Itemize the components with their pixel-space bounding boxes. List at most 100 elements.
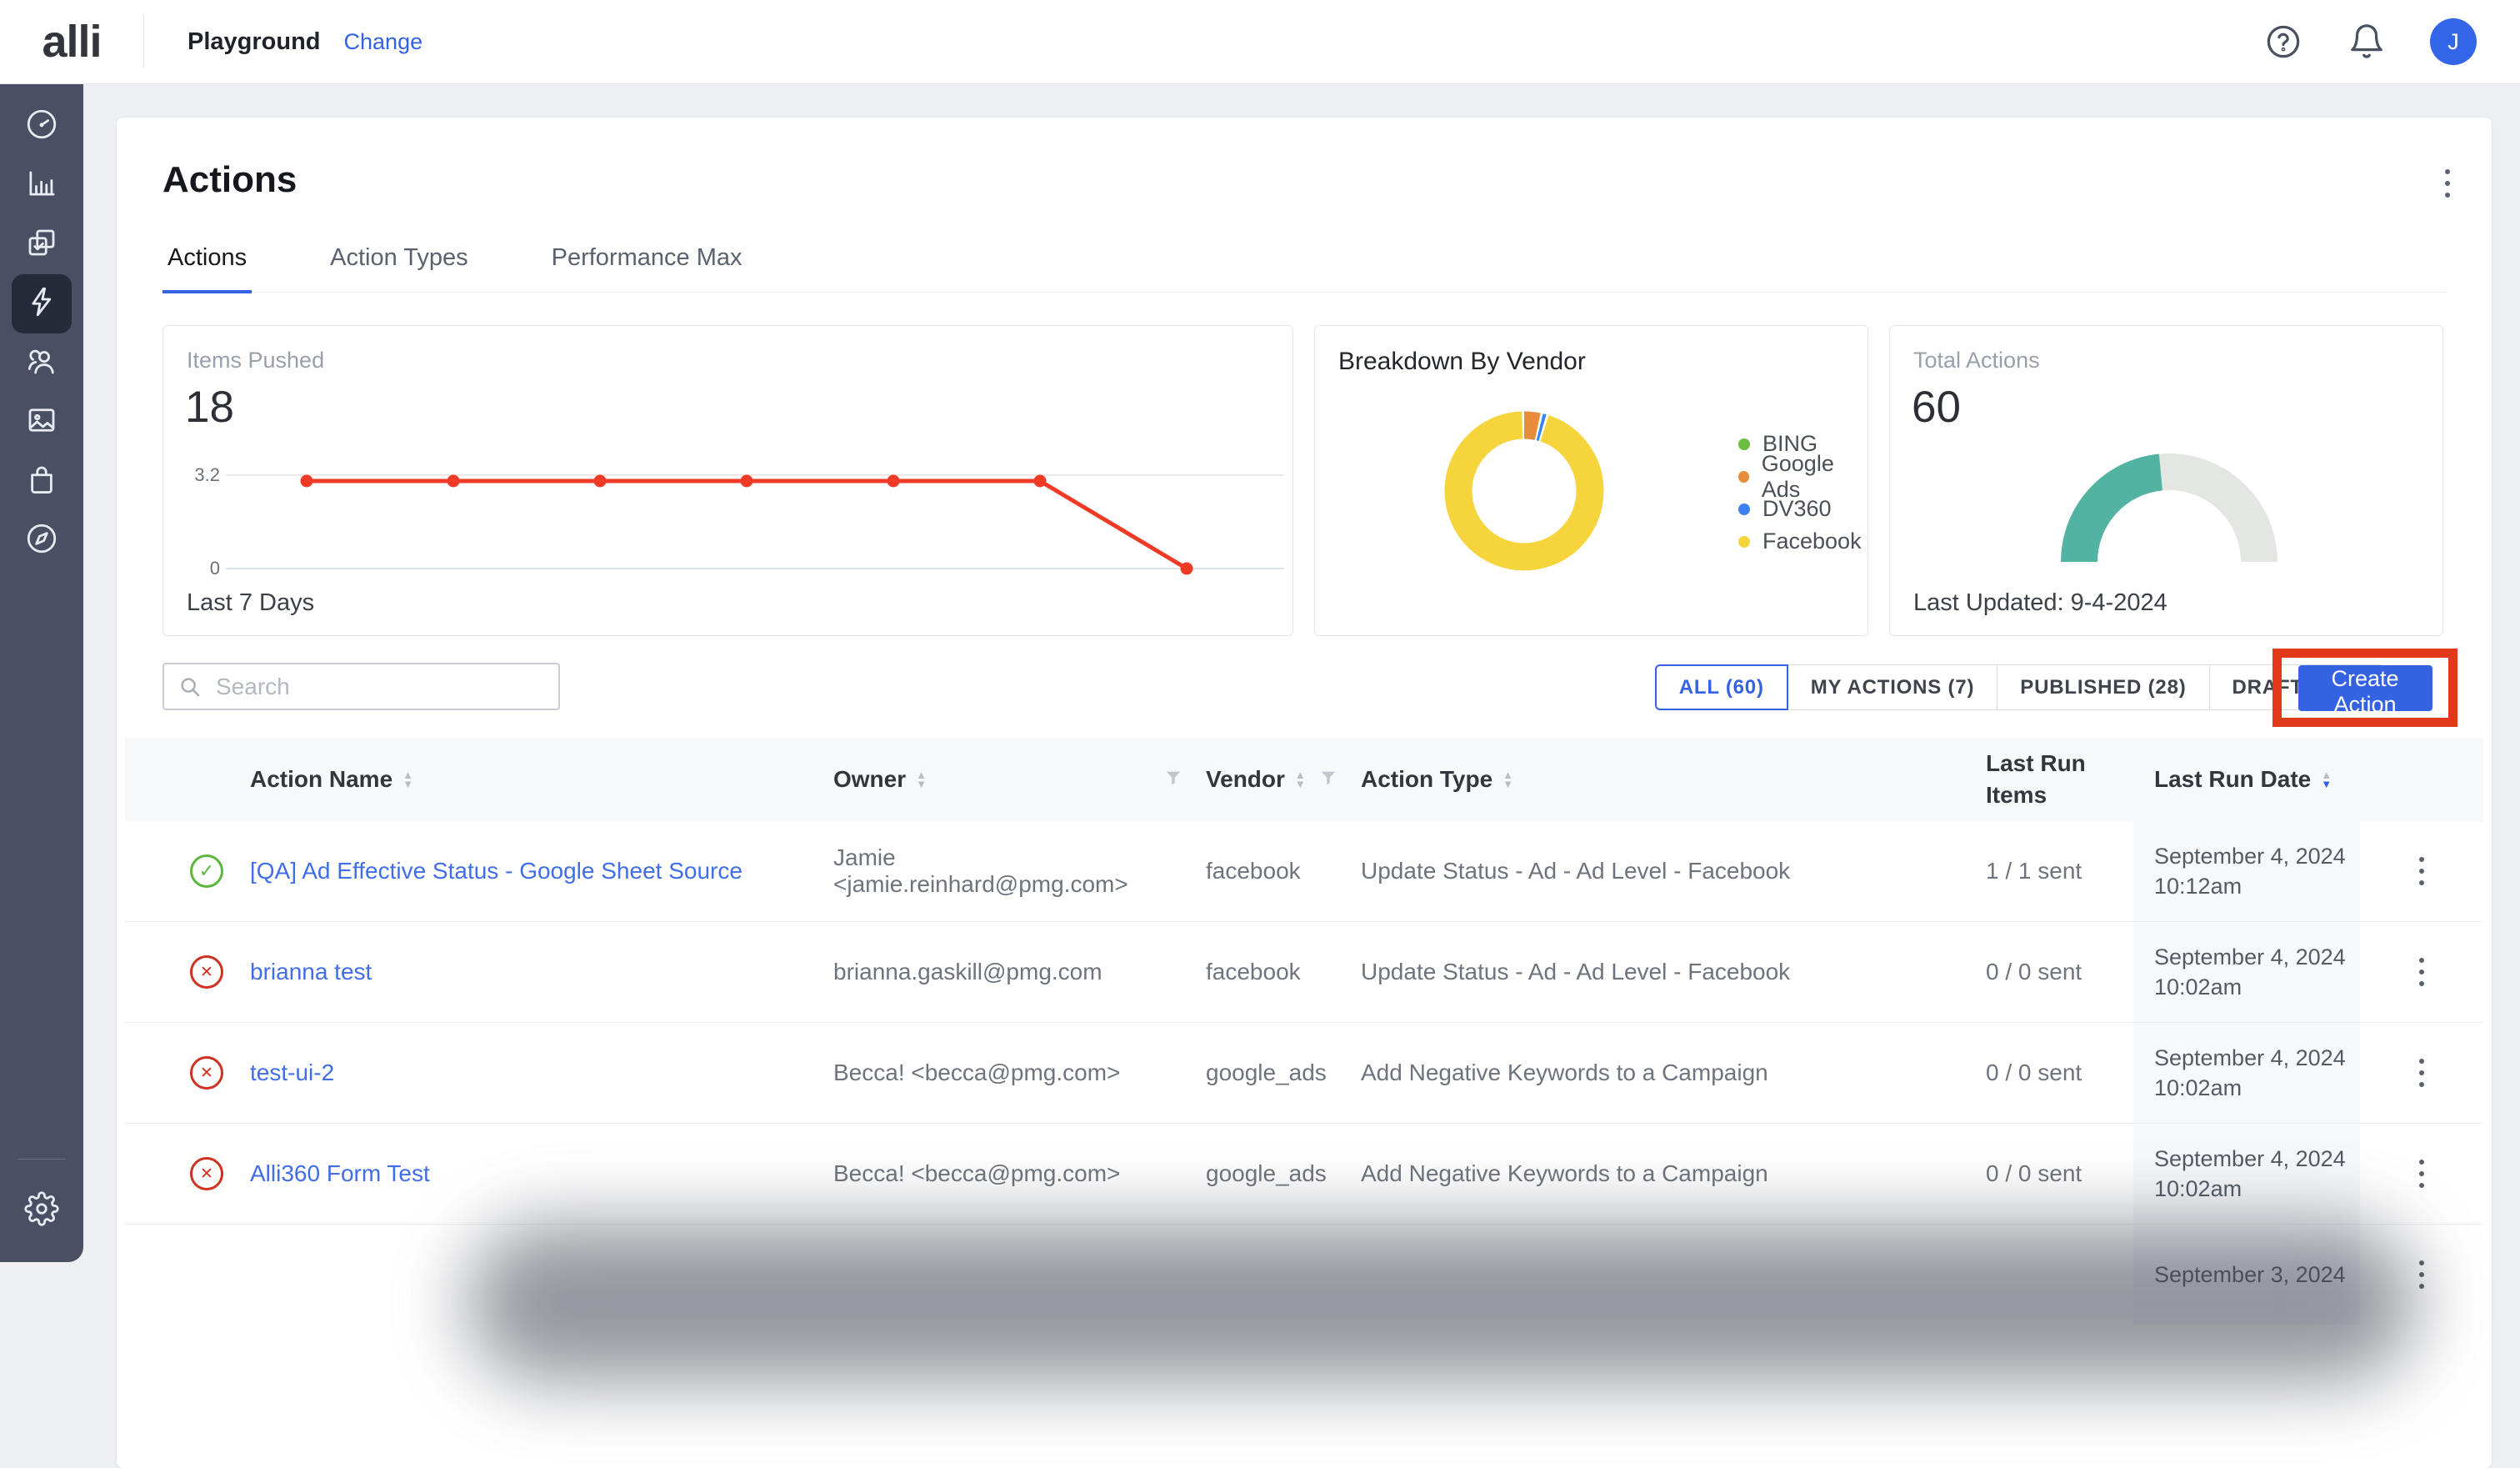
annotation-highlight: Create Action [2272,649,2458,727]
sidebar-item-analytics[interactable] [12,156,72,215]
action-type-cell: Update Status - Ad - Ad Level - Facebook [1361,959,1986,985]
row-menu-kebab-icon[interactable] [2414,852,2429,890]
items-pushed-value: 18 [185,382,1292,433]
table-row: ✓ [QA] Ad Effective Status - Google Shee… [125,821,2483,921]
column-header-action-name[interactable]: Action Name ▲▼ [250,766,833,793]
sidebar-item-explore[interactable] [12,511,72,570]
status-icon: ✕ [190,1157,223,1190]
filter-funnel-icon[interactable] [1319,766,1338,793]
table-row: ✕ test-ui-2 Becca! <becca@pmg.com> googl… [125,1022,2483,1123]
row-menu-kebab-icon[interactable] [2414,1255,2429,1294]
total-actions-card: Total Actions 60 Last Updated: 9-4-2024 [1889,325,2443,636]
tab-performance-max[interactable]: Performance Max [547,244,748,292]
help-icon[interactable] [2263,22,2303,62]
search-box [162,663,560,710]
search-icon [178,674,202,699]
search-input[interactable] [214,673,558,701]
tab-bar: Actions Action Types Performance Max [162,244,2446,293]
tab-actions[interactable]: Actions [162,244,252,292]
sort-icon[interactable]: ▲▼ [916,770,927,789]
legend-label: DV360 [1762,496,1832,522]
column-header-last-run-items[interactable]: Last Run Items [1986,748,2133,811]
sidebar-divider [18,1159,66,1160]
sidebar-item-actions[interactable] [12,274,72,333]
row-menu-kebab-icon[interactable] [2414,953,2429,991]
last-run-items-cell: 0 / 0 sent [1986,1060,2133,1086]
actions-bolt-icon [24,284,59,323]
vendor-breakdown-card: Breakdown By Vendor BINGGoogle AdsDV360F… [1314,325,1868,636]
column-header-last-run-date[interactable]: Last Run Date ▲▼ [2133,766,2360,793]
last-run-date-cell: September 4, 202410:02am [2133,1023,2360,1123]
legend-item: Google Ads [1738,460,1868,493]
column-header-owner[interactable]: Owner ▲▼ [833,766,1206,793]
change-workspace-link[interactable]: Change [344,29,423,55]
items-pushed-card: Items Pushed 18 3.20 Last 7 Days [162,325,1293,636]
action-type-cell: Update Status - Ad - Ad Level - Facebook [1361,858,1986,884]
page-title: Actions [162,159,297,201]
actions-panel: Actions Actions Action Types Performance… [117,118,2492,1468]
sort-icon[interactable]: ▲▼ [2321,770,2332,789]
sort-icon[interactable]: ▲▼ [1295,770,1306,789]
sidebar-item-media[interactable] [12,393,72,452]
last-run-date-cell: September 4, 202410:02am [2133,1124,2360,1224]
last-run-date-cell: September 4, 202410:02am [2133,922,2360,1022]
action-name-link[interactable]: brianna test [250,959,372,985]
sidebar-item-settings[interactable] [12,1181,72,1240]
sort-icon[interactable]: ▲▼ [1502,770,1513,789]
sidebar-item-dashboard[interactable] [12,97,72,156]
filter-funnel-icon[interactable] [1164,766,1182,793]
tasks-clipboard-icon [24,225,59,264]
notifications-bell-icon[interactable] [2347,22,2387,62]
sidebar-item-shopping[interactable] [12,452,72,511]
action-name-link[interactable]: Alli360 Form Test [250,1160,430,1186]
media-image-icon [24,403,59,442]
row-menu-kebab-icon[interactable] [2414,1054,2429,1092]
svg-text:3.2: 3.2 [194,464,220,485]
owner-cell: Becca! <becca@pmg.com> [833,1060,1206,1086]
vendor-legend: BINGGoogle AdsDV360Facebook [1738,428,1868,558]
last-run-items-cell: 0 / 0 sent [1986,959,2133,985]
total-actions-footer: Last Updated: 9-4-2024 [1913,589,2168,617]
topbar-divider [143,15,144,68]
table-row: September 3, 2024 [125,1224,2483,1325]
table-row: ✕ brianna test brianna.gaskill@pmg.com f… [125,921,2483,1022]
svg-text:0: 0 [210,558,220,579]
legend-item: DV360 [1738,493,1868,525]
workspace-name: Playground [188,28,321,56]
filter-chip[interactable]: MY ACTIONS (7) [1788,664,1998,710]
legend-dot-icon [1738,536,1750,548]
action-name-link[interactable]: [QA] Ad Effective Status - Google Sheet … [250,858,742,884]
total-actions-value: 60 [1912,382,2442,433]
vendor-cell: google_ads [1206,1060,1361,1086]
column-header-action-type[interactable]: Action Type ▲▼ [1361,766,1986,793]
sidebar-item-audiences[interactable] [12,333,72,393]
items-pushed-line-chart: 3.20 [180,455,1288,601]
filter-chip[interactable]: ALL (60) [1655,664,1788,710]
row-menu-kebab-icon[interactable] [2414,1155,2429,1193]
owner-cell: brianna.gaskill@pmg.com [833,959,1206,985]
legend-dot-icon [1738,504,1750,515]
tab-action-types[interactable]: Action Types [325,244,473,292]
vendor-breakdown-title: Breakdown By Vendor [1338,348,1868,376]
column-header-vendor[interactable]: Vendor ▲▼ [1206,766,1361,793]
analytics-bar-chart-icon [24,166,59,205]
sidebar-nav [0,83,83,1262]
user-avatar[interactable]: J [2430,18,2477,65]
last-run-date-cell: September 3, 2024 [2133,1225,2360,1325]
alli-logo[interactable]: alli [0,16,143,68]
vendor-cell: facebook [1206,858,1361,884]
legend-item: Facebook [1738,525,1868,558]
create-action-button[interactable]: Create Action [2298,665,2432,711]
vendor-donut-chart [1432,399,1616,583]
action-name-link[interactable]: test-ui-2 [250,1060,334,1085]
sidebar-item-tasks[interactable] [12,215,72,274]
last-run-items-cell: 1 / 1 sent [1986,858,2133,884]
top-bar: alli Playground Change J [0,0,2520,84]
panel-menu-kebab-icon[interactable] [2440,164,2455,203]
shopping-bag-icon [24,462,59,501]
filter-chip[interactable]: PUBLISHED (28) [1997,664,2209,710]
action-type-cell: Add Negative Keywords to a Campaign [1361,1160,1986,1187]
sort-icon[interactable]: ▲▼ [402,770,413,789]
dashboard-gauge-icon [24,107,59,146]
legend-dot-icon [1738,438,1750,450]
